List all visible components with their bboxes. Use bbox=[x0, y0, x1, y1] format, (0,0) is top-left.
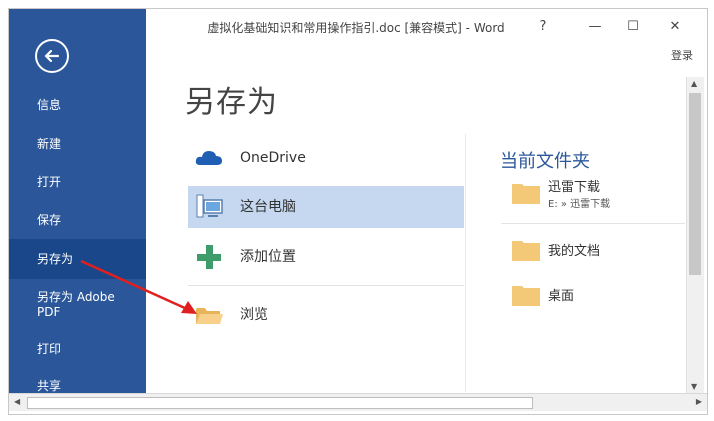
annotation-arrow bbox=[80, 259, 197, 314]
word-backstage-window: 信息 新建 打开 保存 另存为 另存为 Adobe PDF 打印 共享 虚拟化基… bbox=[8, 8, 708, 415]
